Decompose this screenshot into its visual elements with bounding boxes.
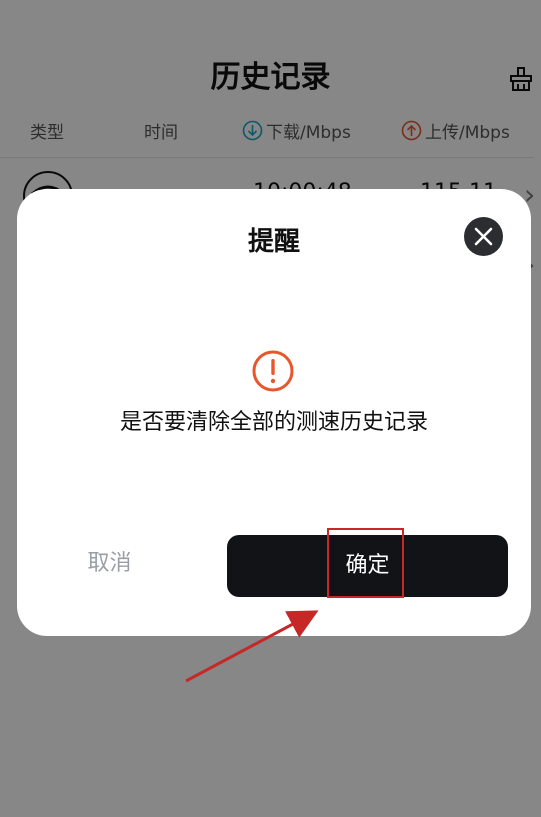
annotation-arrow [185, 610, 319, 683]
